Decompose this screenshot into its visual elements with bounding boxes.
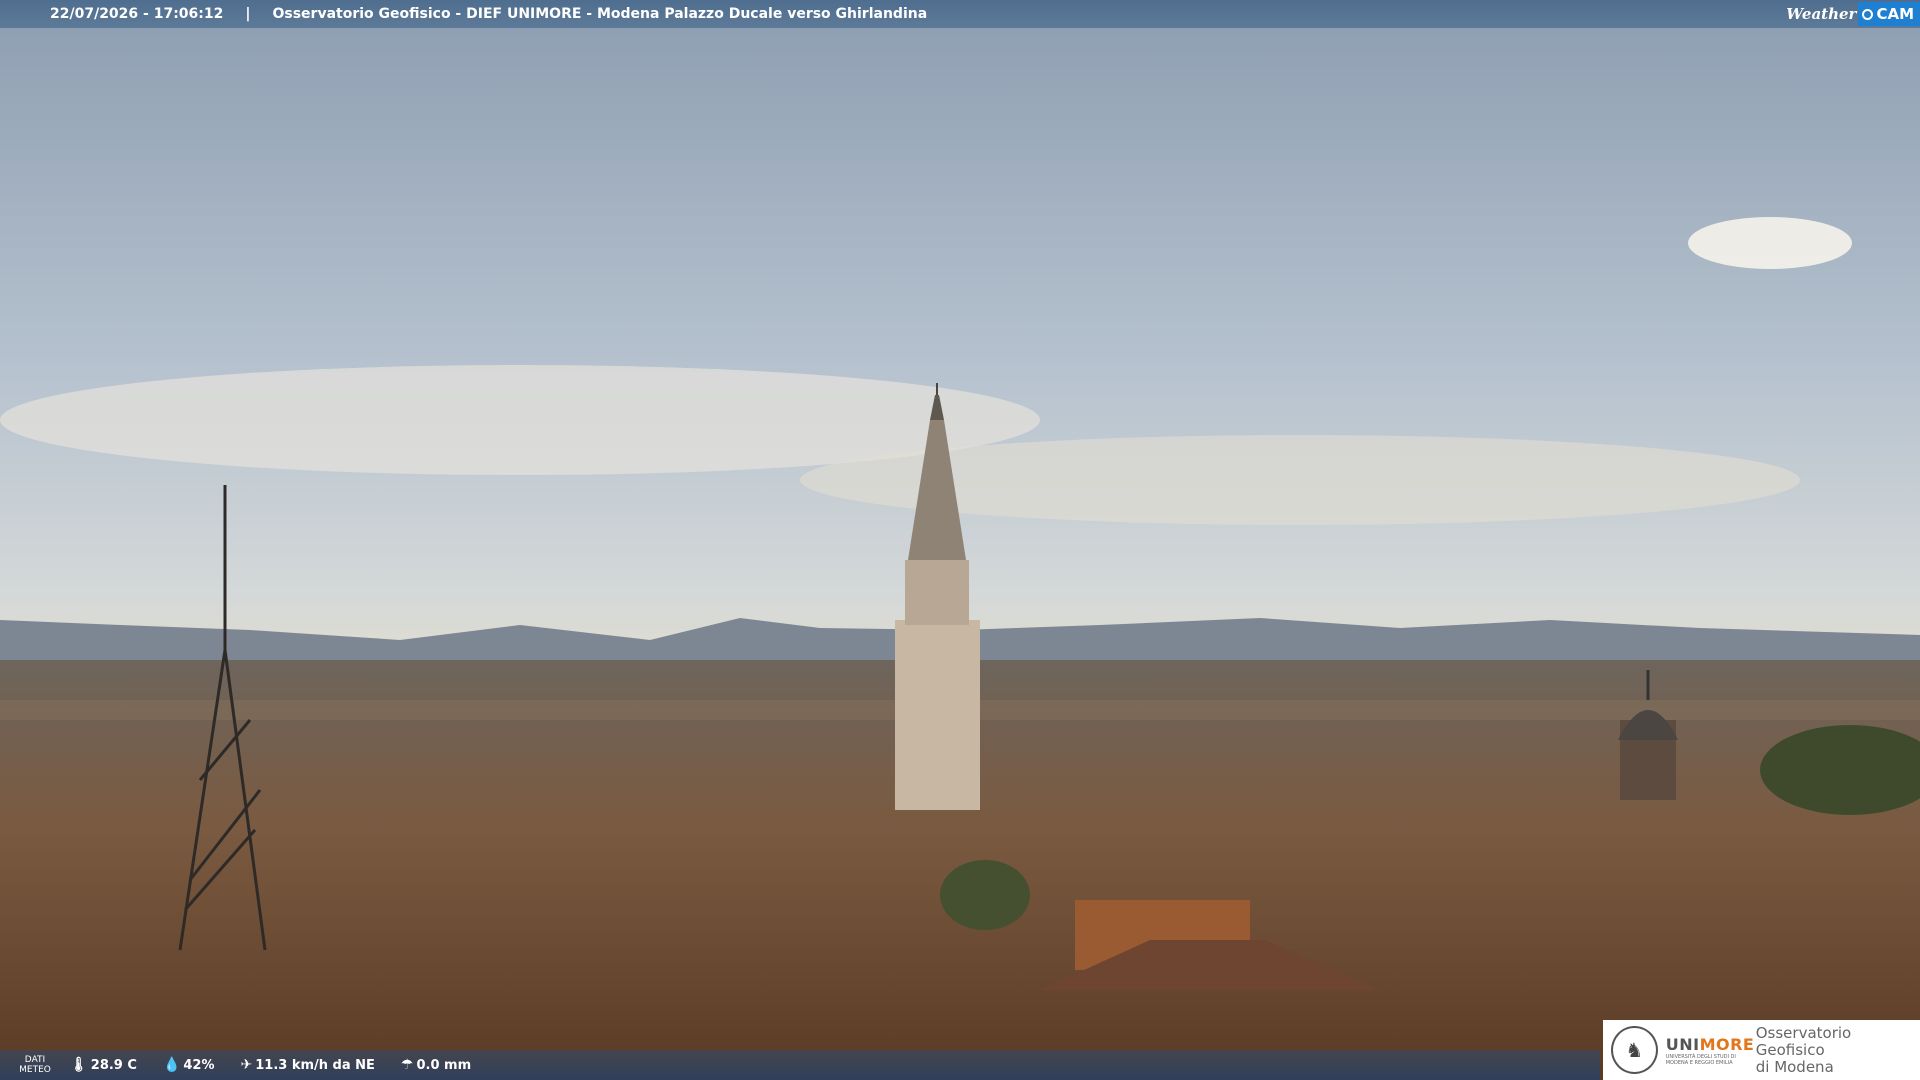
rain-gauge-icon: ☂ [400,1057,414,1073]
university-seal-icon: ♞ [1611,1026,1658,1074]
humidity-reading: 💧 42% [163,1057,215,1073]
thermometer-icon: 🌡 [70,1057,88,1073]
wind-icon: ✈ [240,1057,253,1073]
rain-reading: ☂ 0.0 mm [401,1057,471,1073]
logo-cam-text: CAM [1876,5,1914,23]
observatory-name: Osservatorio Geofisico di Modena [1755,1023,1852,1076]
trees [940,860,1030,930]
webcam-photo [0,0,1920,1080]
timestamp: 22/07/2026 - 17:06:12 [50,6,224,22]
dati-meteo-label: DATI METEO [19,1055,51,1075]
logo-weather-text: Weather [1786,5,1857,23]
logo-cam-box: CAM [1858,2,1920,26]
wind-reading: ✈ 11.3 km/h da NE [241,1057,375,1073]
temperature-value: 28.9 C [90,1057,137,1073]
camera-lens-icon [1862,8,1874,20]
unimore-subtitle: UNIVERSITÀ DEGLI STUDI DI MODENA E REGGI… [1665,1053,1736,1066]
humidity-icon: 💧 [162,1057,181,1073]
caption-bar: 22/07/2026 - 17:06:12 | Osservatorio Geo… [0,0,1920,28]
unimore-badge: ♞ UNIMORE UNIVERSITÀ DEGLI STUDI DI MODE… [1603,1020,1920,1080]
rain-value: 0.0 mm [416,1057,472,1073]
caption-separator: | [245,6,251,22]
weather-data-bar: DATI METEO 🌡 28.9 C 💧 42% ✈ 11.3 km/h da… [0,1050,1600,1080]
weathercam-logo: Weather CAM [1786,0,1920,28]
unimore-logo: UNIMORE UNIVERSITÀ DEGLI STUDI DI MODENA… [1665,1034,1755,1066]
wind-value: 11.3 km/h da NE [255,1057,375,1073]
cloud [1688,217,1852,269]
humidity-value: 42% [183,1057,215,1073]
caption-title: Osservatorio Geofisico - DIEF UNIMORE - … [272,6,928,22]
temperature-reading: 🌡 28.9 C [70,1057,137,1073]
